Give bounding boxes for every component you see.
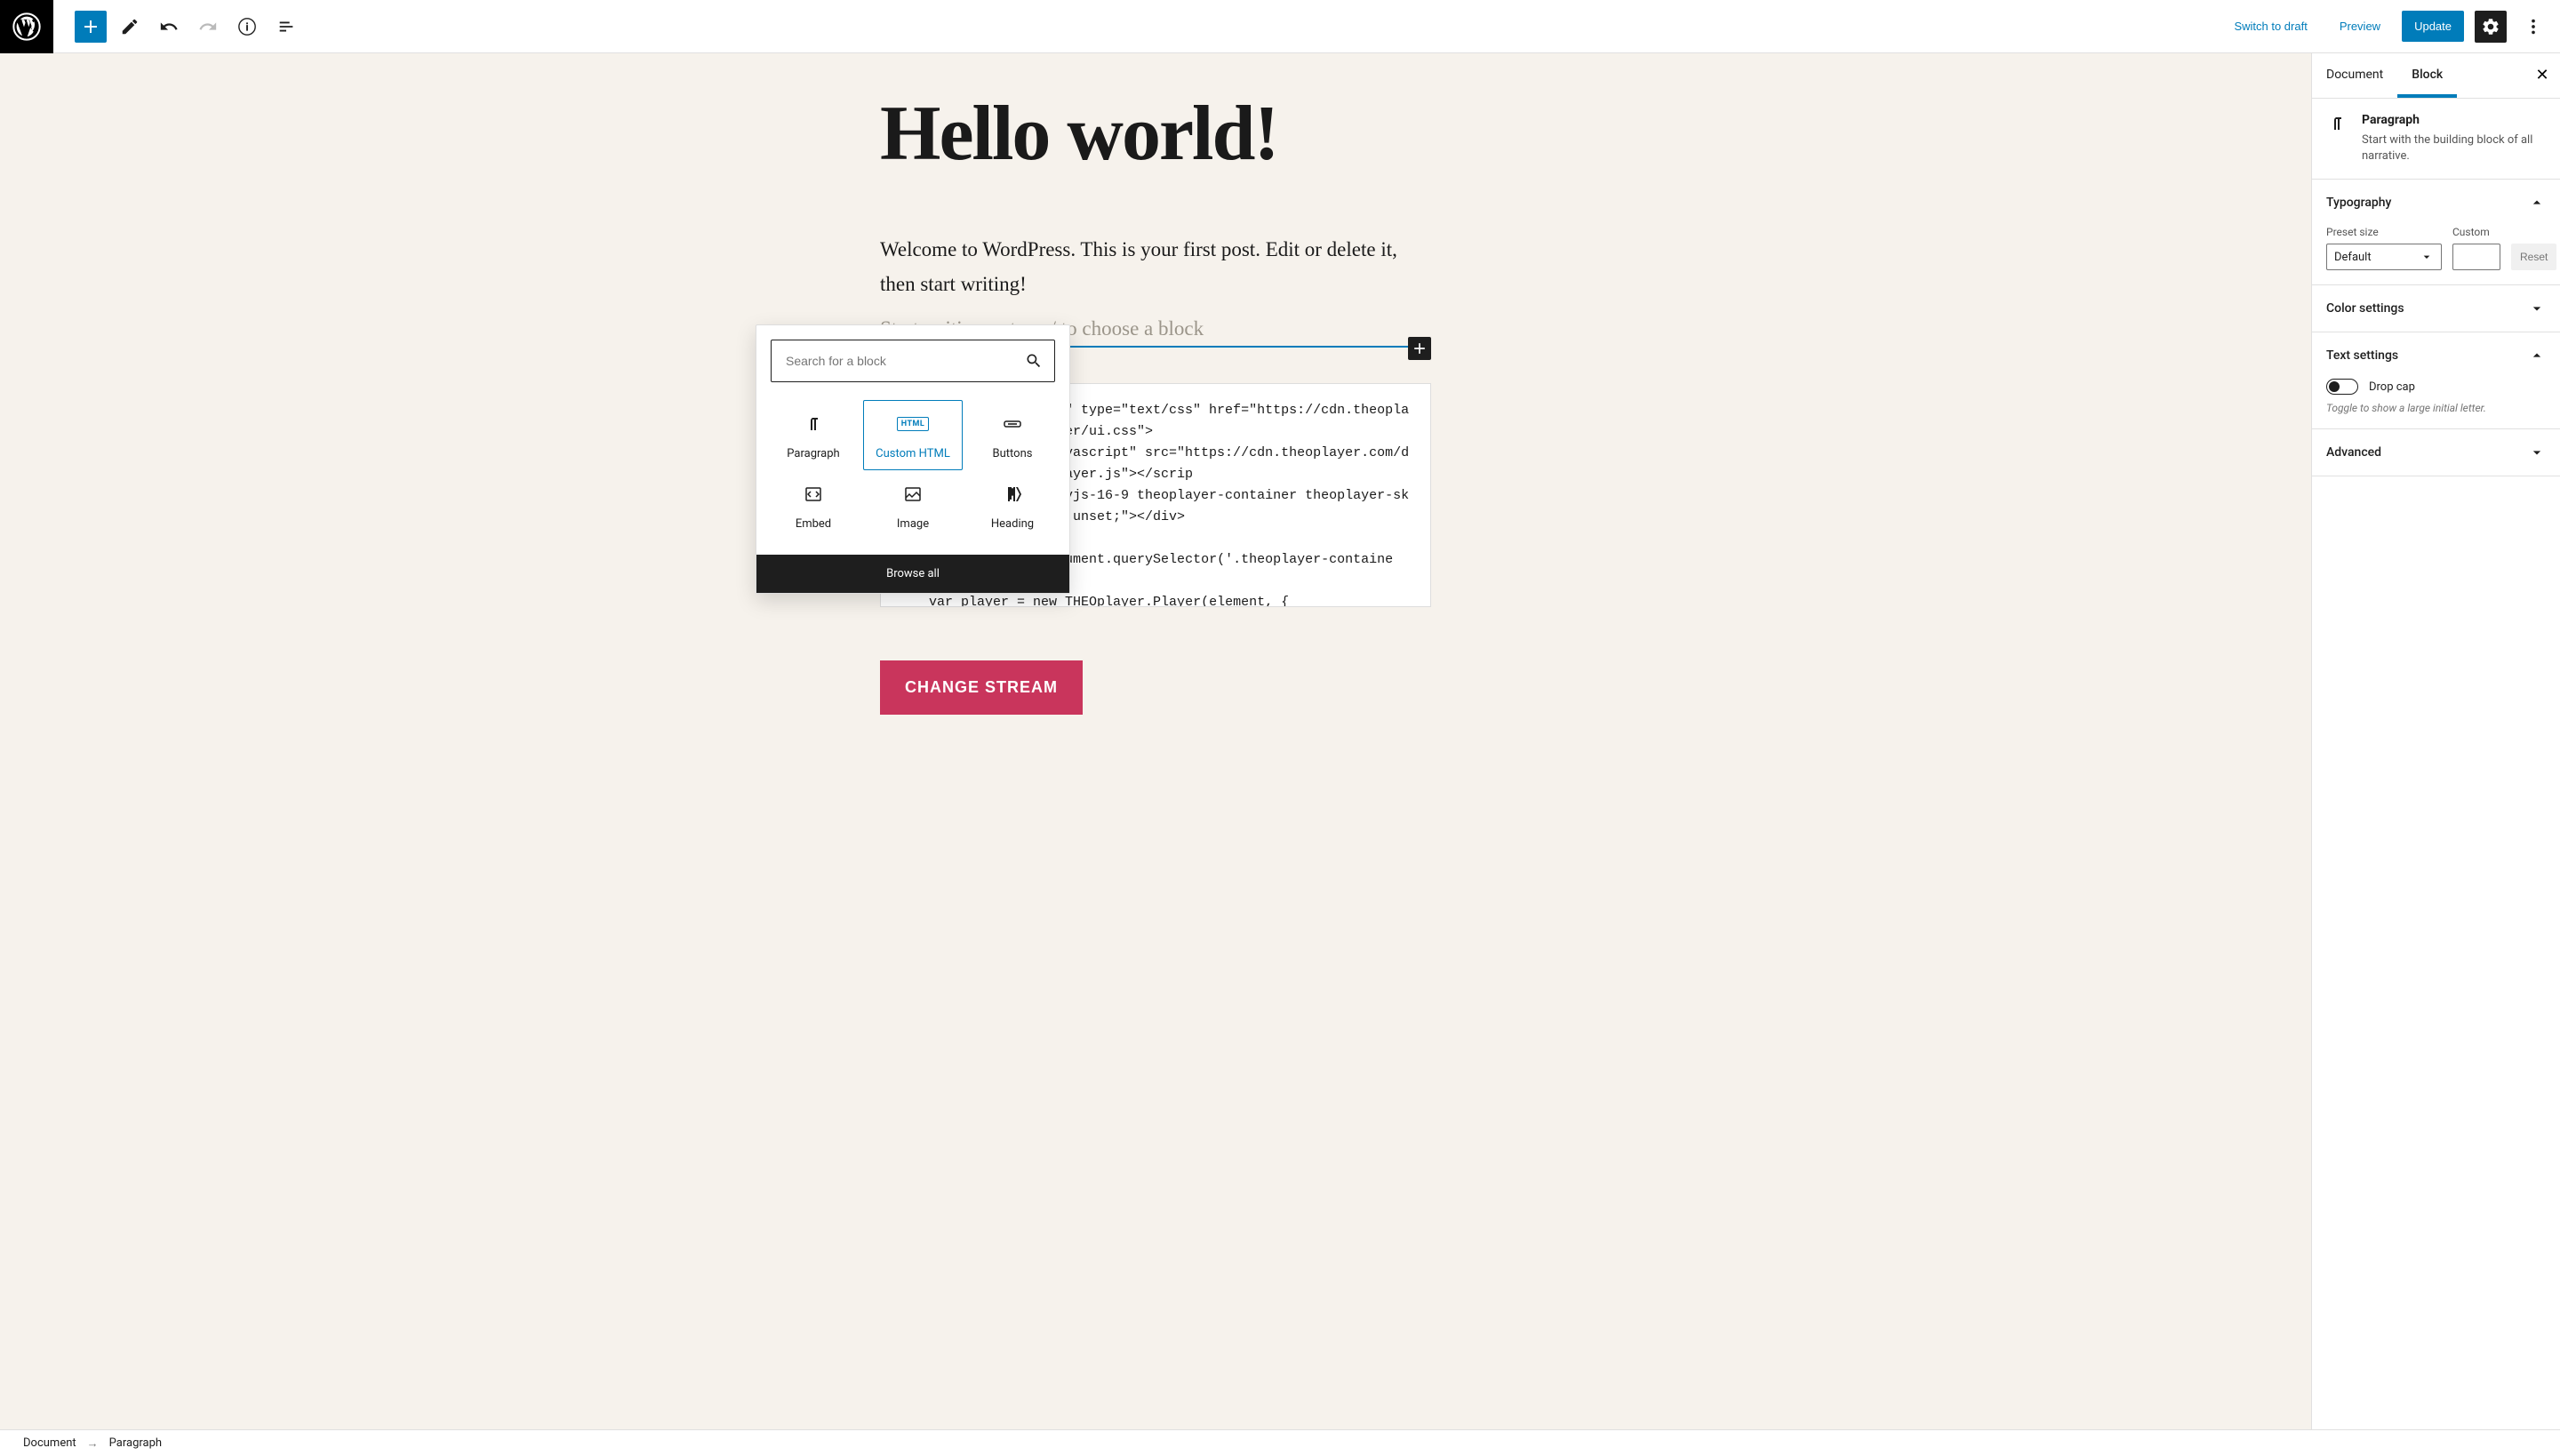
add-block-button[interactable] xyxy=(75,11,107,43)
preset-size-label: Preset size xyxy=(2326,226,2442,238)
breadcrumb: Document → Paragraph xyxy=(0,1429,2560,1456)
inserter-buttons[interactable]: Buttons xyxy=(963,400,1062,470)
redo-button[interactable] xyxy=(192,11,224,43)
tab-document[interactable]: Document xyxy=(2312,53,2397,98)
embed-icon xyxy=(803,484,824,505)
buttons-icon xyxy=(1002,413,1023,435)
custom-size-input[interactable] xyxy=(2452,244,2500,270)
inserter-embed[interactable]: Embed xyxy=(764,470,863,540)
chevron-down-icon xyxy=(2420,250,2434,264)
intro-paragraph[interactable]: Welcome to WordPress. This is your first… xyxy=(880,232,1431,301)
drop-cap-toggle[interactable] xyxy=(2326,379,2358,395)
paragraph-icon xyxy=(2326,113,2348,164)
image-icon xyxy=(902,484,924,505)
browse-all-button[interactable]: Browse all xyxy=(756,555,1069,593)
block-inserter-popover: Paragraph HTML Custom HTML Buttons Embed xyxy=(756,324,1070,594)
typography-panel-toggle[interactable]: Typography xyxy=(2312,180,2560,226)
drop-cap-help: Toggle to show a large initial letter. xyxy=(2312,402,2560,428)
more-options-button[interactable] xyxy=(2517,11,2549,43)
text-panel-toggle[interactable]: Text settings xyxy=(2312,332,2560,379)
outline-button[interactable] xyxy=(270,11,302,43)
chevron-up-icon xyxy=(2528,347,2546,364)
undo-button[interactable] xyxy=(153,11,185,43)
search-icon xyxy=(1025,352,1043,370)
edit-mode-button[interactable] xyxy=(114,11,146,43)
breadcrumb-root[interactable]: Document xyxy=(23,1436,76,1450)
wordpress-logo[interactable] xyxy=(0,0,53,53)
html-icon: HTML xyxy=(897,413,930,435)
breadcrumb-leaf[interactable]: Paragraph xyxy=(109,1436,162,1450)
inserter-paragraph[interactable]: Paragraph xyxy=(764,400,863,470)
inserter-custom-html[interactable]: HTML Custom HTML xyxy=(863,400,963,470)
update-button[interactable]: Update xyxy=(2402,11,2464,42)
editor-canvas[interactable]: Hello world! Welcome to WordPress. This … xyxy=(0,53,2311,1429)
chevron-up-icon xyxy=(2528,194,2546,212)
settings-sidebar: Document Block ✕ Paragraph Start with th… xyxy=(2311,53,2560,1429)
info-button[interactable] xyxy=(231,11,263,43)
breadcrumb-arrow-icon: → xyxy=(87,1436,99,1451)
paragraph-icon xyxy=(803,413,824,435)
close-sidebar-button[interactable]: ✕ xyxy=(2532,64,2553,85)
top-toolbar: Switch to draft Preview Update xyxy=(0,0,2560,53)
chevron-down-icon xyxy=(2528,444,2546,461)
block-description: Start with the building block of all nar… xyxy=(2362,132,2546,164)
advanced-panel-toggle[interactable]: Advanced xyxy=(2312,429,2560,476)
drop-cap-label: Drop cap xyxy=(2369,380,2415,394)
custom-size-label: Custom xyxy=(2452,226,2500,238)
chevron-down-icon xyxy=(2528,300,2546,317)
heading-icon xyxy=(1004,484,1021,505)
inserter-heading[interactable]: Heading xyxy=(963,470,1062,540)
settings-button[interactable] xyxy=(2475,11,2507,43)
color-panel-toggle[interactable]: Color settings xyxy=(2312,285,2560,332)
block-search-input[interactable] xyxy=(771,340,1055,382)
inserter-image[interactable]: Image xyxy=(863,470,963,540)
inline-add-block-button[interactable] xyxy=(1408,337,1431,360)
reset-size-button[interactable]: Reset xyxy=(2511,244,2556,270)
post-title[interactable]: Hello world! xyxy=(880,89,1431,179)
block-name: Paragraph xyxy=(2362,113,2546,127)
switch-to-draft-button[interactable]: Switch to draft xyxy=(2223,12,2317,40)
preview-button[interactable]: Preview xyxy=(2329,12,2391,40)
tab-block[interactable]: Block xyxy=(2397,53,2457,98)
change-stream-button[interactable]: CHANGE STREAM xyxy=(880,660,1083,715)
preset-size-select[interactable]: Default xyxy=(2326,244,2442,270)
